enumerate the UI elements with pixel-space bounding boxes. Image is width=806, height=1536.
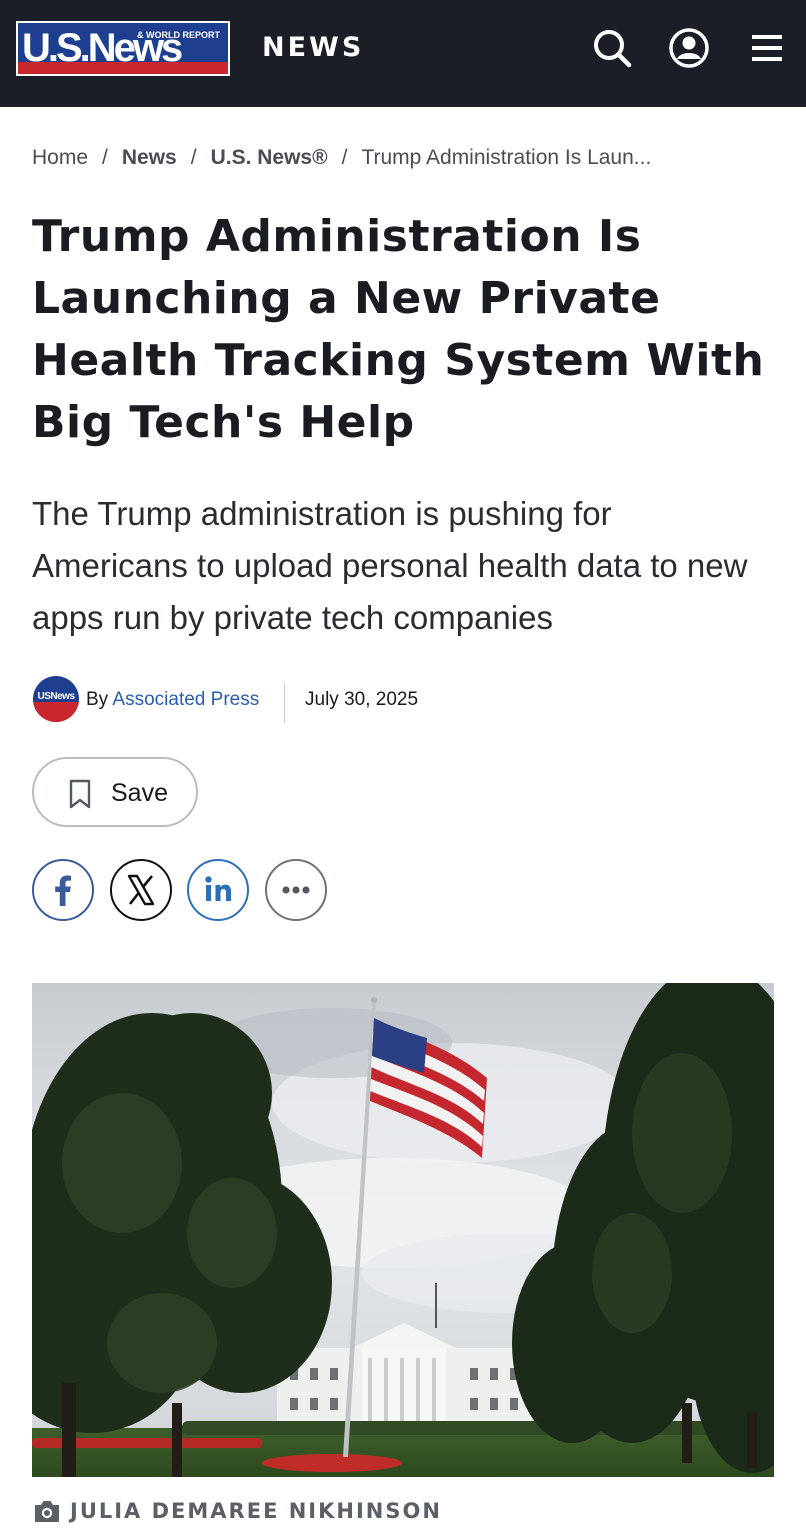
facebook-share-button[interactable] [32,859,94,921]
more-share-button[interactable] [265,859,327,921]
photo-credit-text: JULIA DEMAREE NIKHINSON [70,1499,442,1523]
breadcrumb: Home / News / U.S. News® / Trump Administratio… [32,146,651,170]
article-photo[interactable] [32,983,774,1477]
article-dek: The Trump administration is pushing for … [32,495,748,636]
breadcrumb-current: Trump Administration Is Laun... [361,146,652,169]
x-share-button[interactable] [110,859,172,921]
avatar-red-band [33,702,79,722]
white-house-flag-photo [32,983,774,1477]
byline: By Associated Press [86,689,259,711]
camera-icon [35,1501,59,1522]
author-link[interactable]: Associated Press [112,689,259,710]
linkedin-icon [205,876,231,901]
byline-prefix: By [86,689,109,710]
byline-divider [284,683,285,723]
breadcrumb-separator: / [341,146,348,169]
more-icon [282,886,310,894]
article-headline: Trump Administration Is Launching a New … [32,211,765,448]
bookmark-icon [69,779,91,809]
linkedin-share-button[interactable] [187,859,249,921]
usnews-logo[interactable]: U.S.News & WORLD REPORT [16,21,230,76]
facebook-icon [55,875,71,906]
publish-date: July 30, 2025 [305,689,419,710]
breadcrumb-separator: / [190,146,197,169]
site-header: U.S.News & WORLD REPORT NEWS [0,0,806,107]
menu-icon[interactable] [745,26,789,70]
logo-subtext: & WORLD REPORT [137,30,220,40]
breadcrumb-news[interactable]: News [122,146,177,169]
breadcrumb-us-news[interactable]: U.S. News® [211,146,328,169]
author-avatar: USNews [33,676,79,722]
section-label[interactable]: NEWS [262,32,364,63]
account-icon[interactable] [667,26,711,70]
breadcrumb-home[interactable]: Home [32,146,88,169]
save-button[interactable]: Save [32,757,198,827]
search-icon[interactable] [590,26,634,70]
breadcrumb-separator: / [102,146,108,169]
x-icon [127,874,155,906]
save-label: Save [111,779,168,807]
avatar-text: USNews [37,691,75,702]
